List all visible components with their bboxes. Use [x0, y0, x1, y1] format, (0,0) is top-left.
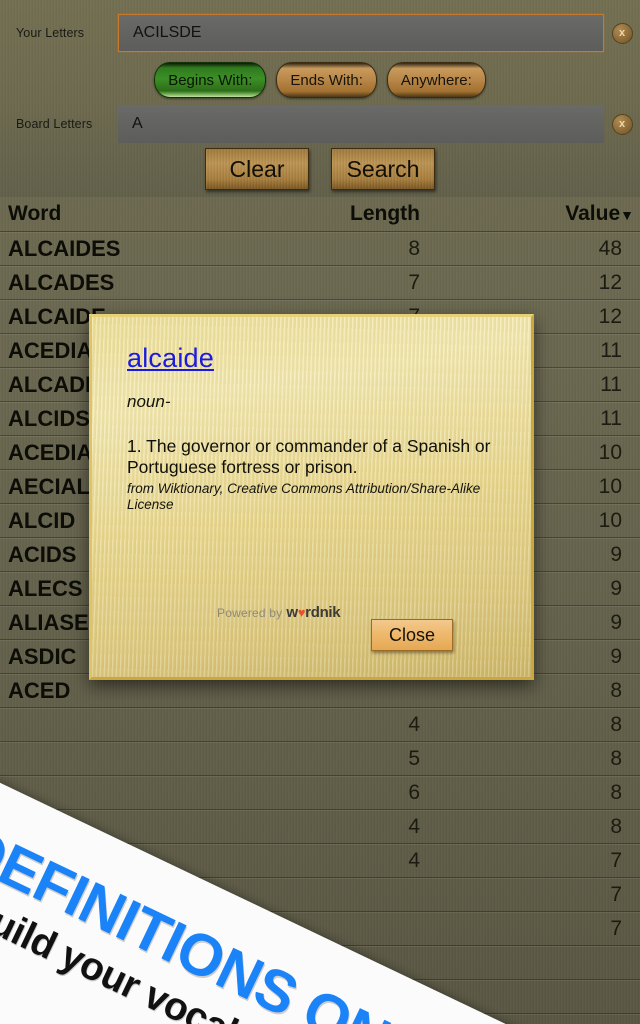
column-header-word[interactable]: Word	[0, 202, 300, 226]
cell-length: 5	[408, 746, 420, 770]
column-header-value-label: Value	[565, 202, 621, 225]
part-of-speech: noun-	[127, 392, 171, 411]
cell-value: 12	[598, 270, 622, 294]
cell-length: 6	[408, 780, 420, 804]
your-letters-label: Your Letters	[16, 26, 85, 40]
close-icon: x	[611, 113, 633, 135]
definition-word-link[interactable]: alcaide	[127, 343, 214, 374]
column-header-length[interactable]: Length	[300, 202, 420, 226]
table-row[interactable]: 68	[0, 776, 640, 810]
cell-word: ACED	[8, 677, 71, 703]
cell-word: ALCAIDES	[8, 235, 121, 261]
cell-value: 7	[610, 916, 622, 940]
column-header-value[interactable]: Value▼	[420, 202, 640, 226]
search-button[interactable]: Search	[331, 148, 435, 190]
wordnik-logo-post: rdnik	[305, 604, 341, 621]
cell-length: 4	[408, 814, 420, 838]
cell-value: 8	[610, 814, 622, 838]
action-button-row: Clear Search	[0, 148, 640, 190]
match-mode-toggle-group: Begins With: Ends With: Anywhere:	[0, 62, 640, 98]
table-header-row: Word Length Value▼	[0, 197, 640, 232]
app-root: Your Letters ACILSDE x Begins With: Ends…	[0, 0, 640, 1024]
table-row[interactable]: 48	[0, 708, 640, 742]
cell-word: ALCADES	[8, 269, 115, 295]
cell-length: 4	[408, 848, 420, 872]
cell-value: 8	[610, 678, 622, 702]
cell-value: 8	[610, 780, 622, 804]
cell-length: 4	[408, 712, 420, 736]
search-form: Your Letters ACILSDE x Begins With: Ends…	[0, 0, 640, 197]
cell-length: 8	[408, 236, 420, 260]
clear-board-letters-button[interactable]: x	[604, 113, 640, 135]
definition-dialog: alcaide noun- 1. The governor or command…	[89, 314, 534, 680]
board-letters-input[interactable]: A	[118, 105, 604, 143]
clear-button[interactable]: Clear	[205, 148, 309, 190]
wordnik-logo: w♥rdnik	[286, 604, 340, 621]
table-row[interactable]: 58	[0, 742, 640, 776]
wordnik-attribution: Powered by w♥rdnik	[217, 604, 341, 621]
close-button[interactable]: Close	[371, 619, 453, 651]
wordnik-logo-pre: w	[286, 604, 298, 621]
toggle-ends-with[interactable]: Ends With:	[276, 62, 377, 98]
close-icon: x	[611, 22, 633, 44]
clear-your-letters-button[interactable]: x	[604, 22, 640, 44]
cell-value: 48	[598, 236, 622, 260]
cell-value: 8	[610, 712, 622, 736]
definition-text: 1. The governor or commander of a Spanis…	[127, 436, 491, 478]
cell-value: 7	[610, 848, 622, 872]
powered-by-label: Powered by	[217, 606, 283, 620]
cell-value: 7	[610, 882, 622, 906]
your-letters-row: Your Letters ACILSDE x	[0, 14, 640, 52]
sort-descending-icon: ▼	[620, 207, 634, 223]
table-row[interactable]: ALCAIDES 8 48	[0, 232, 640, 266]
definition-attribution: from Wiktionary, Creative Commons Attrib…	[127, 480, 481, 512]
board-letters-row: Board Letters A x	[0, 105, 640, 143]
toggle-begins-with[interactable]: Begins With:	[154, 62, 267, 98]
toggle-anywhere[interactable]: Anywhere:	[386, 62, 486, 98]
cell-value: 8	[610, 746, 622, 770]
your-letters-input[interactable]: ACILSDE	[118, 14, 604, 52]
table-row[interactable]: ALCADES 7 12	[0, 266, 640, 300]
board-letters-label: Board Letters	[16, 117, 93, 131]
cell-length: 7	[408, 270, 420, 294]
